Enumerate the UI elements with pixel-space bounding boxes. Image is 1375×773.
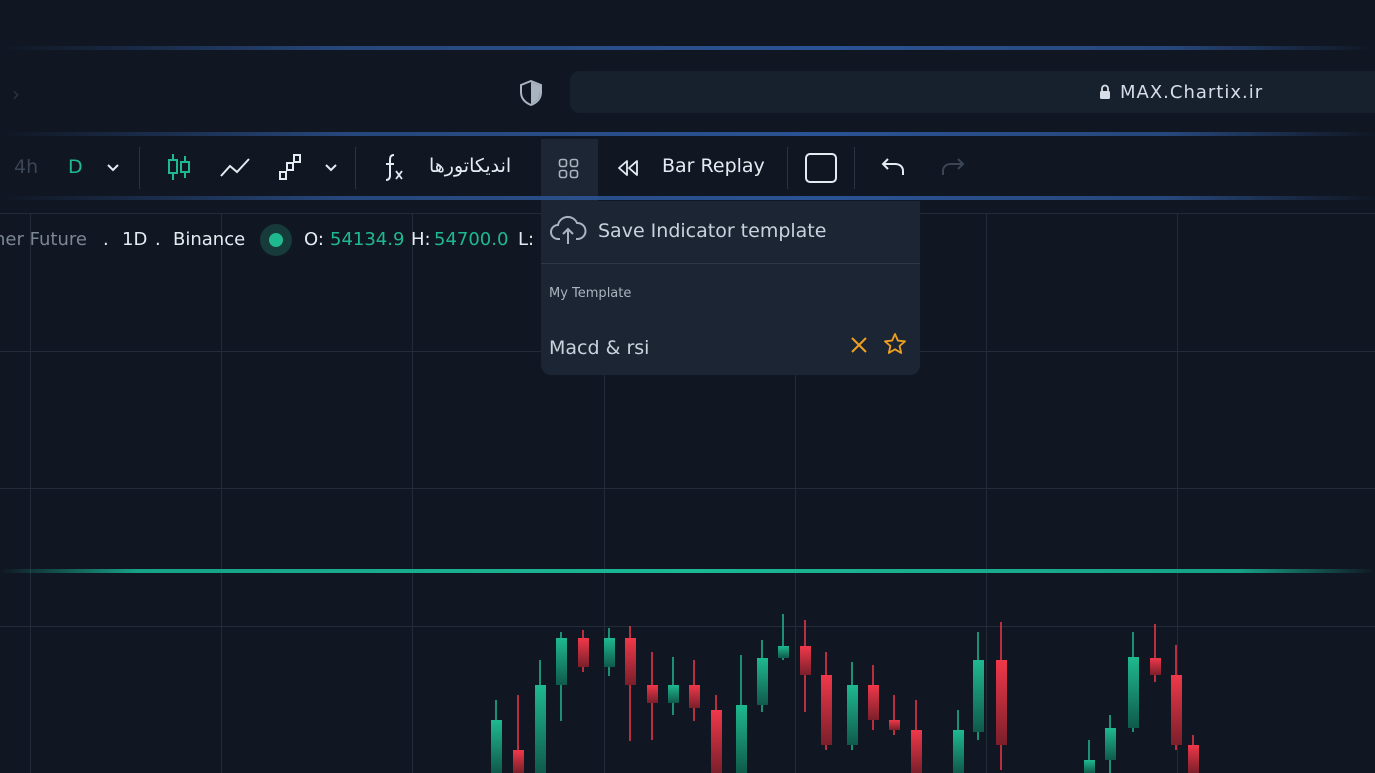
toolbar-divider bbox=[355, 147, 356, 189]
candle-body bbox=[821, 675, 832, 745]
candle-body bbox=[491, 720, 502, 773]
candle-body bbox=[625, 638, 636, 685]
candle-body bbox=[689, 685, 700, 708]
toolbar-divider bbox=[787, 147, 788, 189]
undo-icon[interactable] bbox=[880, 156, 906, 178]
candle-body bbox=[1084, 760, 1095, 773]
square-toggle[interactable] bbox=[805, 153, 837, 183]
template-item-name[interactable]: Macd & rsi bbox=[549, 337, 649, 359]
bar-replay-button[interactable]: Bar Replay bbox=[662, 155, 765, 177]
function-icon[interactable] bbox=[381, 152, 405, 182]
forward-icon[interactable]: › bbox=[12, 82, 20, 106]
top-accent-line bbox=[0, 46, 1375, 50]
candle-body bbox=[668, 685, 679, 703]
candle-body bbox=[1188, 745, 1199, 773]
redo-icon[interactable] bbox=[940, 156, 966, 178]
open-value: 54134.9 bbox=[330, 229, 405, 250]
dropdown-divider bbox=[541, 263, 920, 264]
symbol-name: her Future bbox=[0, 229, 87, 250]
candle-body bbox=[604, 638, 615, 667]
url-text[interactable]: MAX.Chartix.ir bbox=[1120, 82, 1263, 103]
step-chart-icon[interactable] bbox=[278, 153, 302, 181]
close-icon[interactable] bbox=[850, 336, 868, 354]
shield-icon[interactable] bbox=[520, 80, 542, 106]
rewind-icon[interactable] bbox=[616, 158, 640, 178]
toolbar-top-line bbox=[0, 132, 1375, 136]
template-dropdown: Save Indicator template My Template Macd… bbox=[541, 201, 920, 375]
candle-body bbox=[973, 660, 984, 732]
lock-icon bbox=[1100, 84, 1110, 99]
toolbar-divider bbox=[139, 147, 140, 189]
candle-body bbox=[800, 646, 811, 675]
candlestick-icon[interactable] bbox=[166, 152, 192, 182]
interval-d[interactable]: D bbox=[68, 156, 83, 178]
exchange-label: Binance bbox=[173, 229, 246, 250]
candle-body bbox=[556, 638, 567, 685]
candle-body bbox=[513, 750, 524, 773]
toolbar-divider bbox=[854, 147, 855, 189]
toolbar-bottom-line bbox=[0, 196, 1375, 200]
candlestick-chart bbox=[491, 614, 1199, 773]
chevron-down-icon[interactable] bbox=[324, 160, 338, 174]
save-template-button[interactable]: Save Indicator template bbox=[598, 220, 826, 242]
candle-body bbox=[953, 730, 964, 773]
timeframe-label: 1D bbox=[122, 229, 148, 250]
candle-body bbox=[1128, 657, 1139, 728]
info-separator: . bbox=[155, 229, 161, 250]
high-value: 54700.0 bbox=[434, 229, 509, 250]
candle-body bbox=[911, 730, 922, 773]
high-label: H: bbox=[411, 229, 431, 250]
candle-body bbox=[778, 646, 789, 658]
candle-body bbox=[711, 710, 722, 773]
candle-body bbox=[996, 660, 1007, 745]
star-icon[interactable] bbox=[883, 332, 907, 356]
open-label: O: bbox=[304, 229, 324, 250]
live-status-icon bbox=[260, 224, 292, 256]
info-separator: . bbox=[103, 229, 109, 250]
interval-4h[interactable]: 4h bbox=[14, 156, 38, 178]
grid-line bbox=[0, 488, 1375, 489]
my-template-heading: My Template bbox=[549, 286, 632, 301]
candle-body bbox=[1171, 675, 1182, 745]
candle-body bbox=[647, 685, 658, 703]
candle-body bbox=[889, 720, 900, 730]
candle-body bbox=[535, 685, 546, 773]
candle-body bbox=[1105, 728, 1116, 760]
templates-grid-icon[interactable] bbox=[558, 158, 580, 180]
candle-body bbox=[868, 685, 879, 720]
current-price-line bbox=[0, 569, 1375, 573]
low-label: L: bbox=[518, 229, 535, 250]
candle-body bbox=[847, 685, 858, 745]
candle-body bbox=[1150, 658, 1161, 675]
candle-body bbox=[578, 638, 589, 667]
line-chart-icon[interactable] bbox=[219, 155, 251, 179]
indicators-button[interactable]: اندیکاتورها bbox=[429, 155, 511, 177]
cloud-upload-icon[interactable] bbox=[549, 214, 587, 246]
chevron-down-icon[interactable] bbox=[106, 160, 120, 174]
candle-body bbox=[736, 705, 747, 773]
candle-body bbox=[757, 658, 768, 705]
